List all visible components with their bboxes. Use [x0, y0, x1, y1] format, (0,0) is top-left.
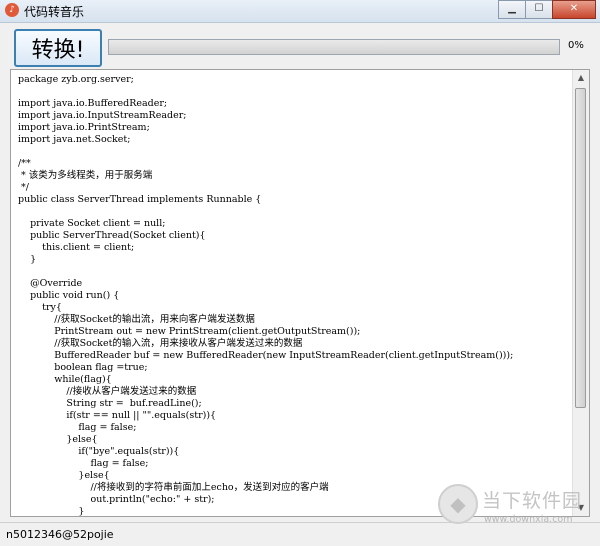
minimize-button[interactable]: ▁	[498, 0, 526, 19]
watermark-name: 当下软件园	[482, 490, 583, 512]
scrollbar-thumb[interactable]	[575, 88, 586, 408]
maximize-button[interactable]: ☐	[525, 0, 553, 19]
maximize-icon: ☐	[534, 3, 544, 14]
minimize-icon: ▁	[508, 3, 516, 14]
convert-button[interactable]: 转换!	[14, 29, 102, 67]
title-bar: ♪ 代码转音乐 ▁ ☐ ✕	[0, 0, 600, 23]
shield-logo-icon: ◆	[438, 484, 478, 524]
progress-percent: 0%	[568, 40, 584, 51]
status-text: n5012346@52pojie	[6, 528, 114, 541]
vertical-scrollbar[interactable]: ▲ ▼	[572, 70, 589, 516]
watermark-url: www.downxia.com	[484, 514, 573, 525]
close-icon: ✕	[569, 3, 579, 14]
chevron-up-icon[interactable]: ▲	[573, 70, 589, 86]
code-text[interactable]: package zyb.org.server; import java.io.B…	[18, 74, 513, 516]
code-editor[interactable]: package zyb.org.server; import java.io.B…	[10, 69, 590, 517]
close-button[interactable]: ✕	[552, 0, 596, 19]
music-note-icon: ♪	[5, 3, 19, 17]
progress-bar	[108, 39, 560, 55]
watermark: ◆ 当下软件园 www.downxia.com	[438, 484, 596, 540]
window-controls: ▁ ☐ ✕	[498, 0, 596, 19]
window-title: 代码转音乐	[24, 5, 85, 19]
